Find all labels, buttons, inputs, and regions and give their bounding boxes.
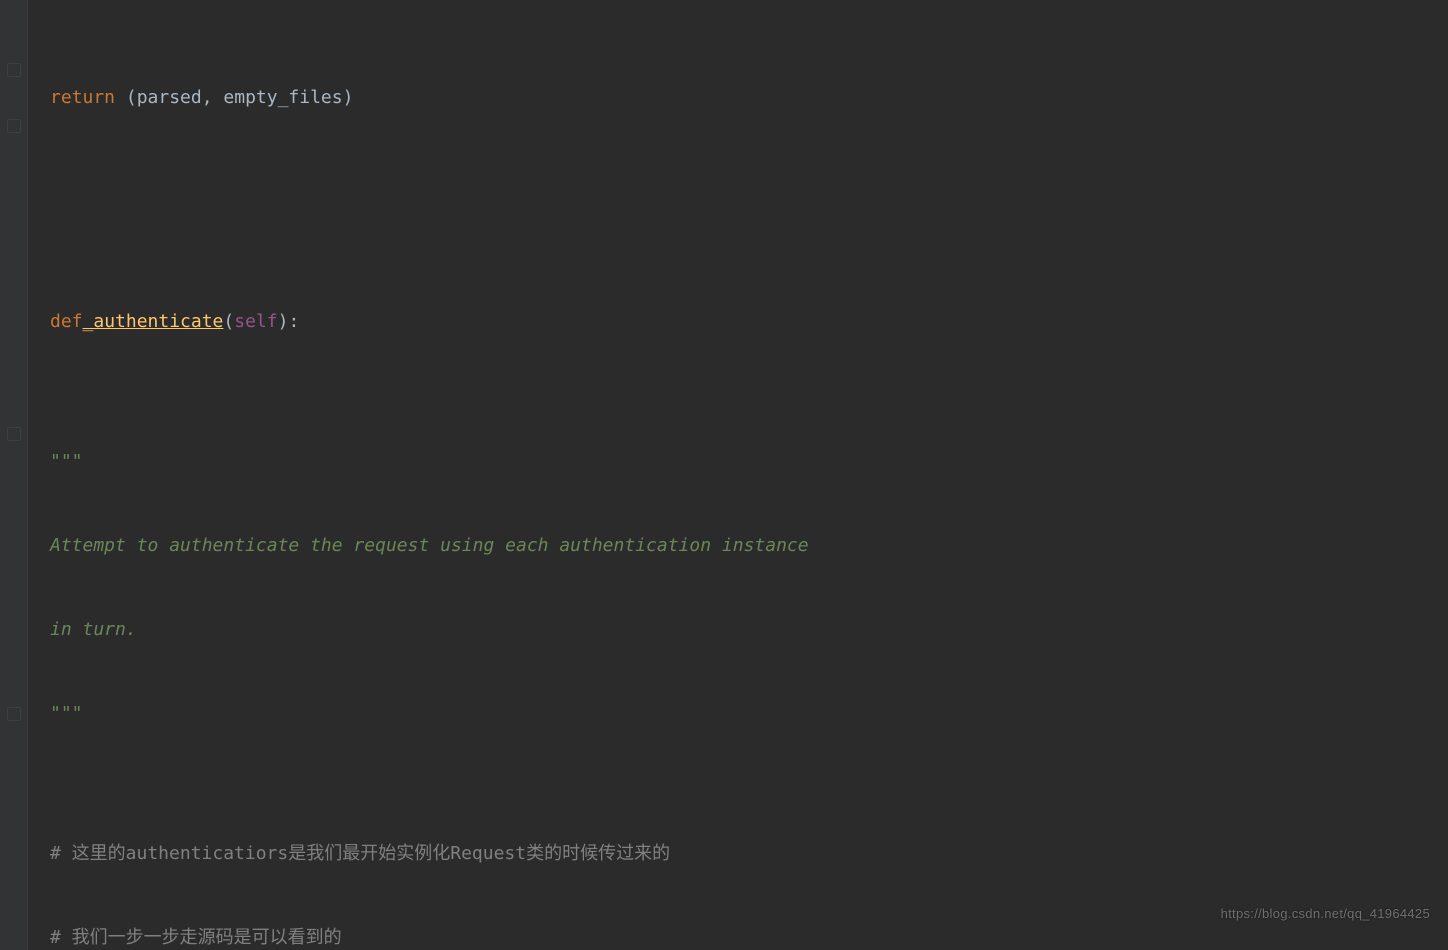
code-line [50,168,1448,196]
editor-gutter [0,0,28,950]
fold-icon[interactable] [7,707,21,721]
code-line: return (parsed, empty_files) [50,84,1448,112]
code-line: in turn. [50,616,1448,644]
self-param: self [234,308,277,336]
fold-icon[interactable] [7,427,21,441]
code-area[interactable]: return (parsed, empty_files) def _authen… [28,0,1448,950]
function-name: _authenticate [83,308,224,336]
watermark-text: https://blog.csdn.net/qq_41964425 [1221,900,1430,928]
keyword-def: def [50,308,83,336]
code-line: """ [50,448,1448,476]
code-line: # 这里的authenticatiors是我们最开始实例化Request类的时候… [50,840,1448,868]
fold-icon[interactable] [7,63,21,77]
code-editor[interactable]: return (parsed, empty_files) def _authen… [0,0,1448,950]
code-line: Attempt to authenticate the request usin… [50,532,1448,560]
code-line: """ [50,700,1448,728]
code-line: def _authenticate(self): [50,308,1448,336]
fold-icon[interactable] [7,119,21,133]
